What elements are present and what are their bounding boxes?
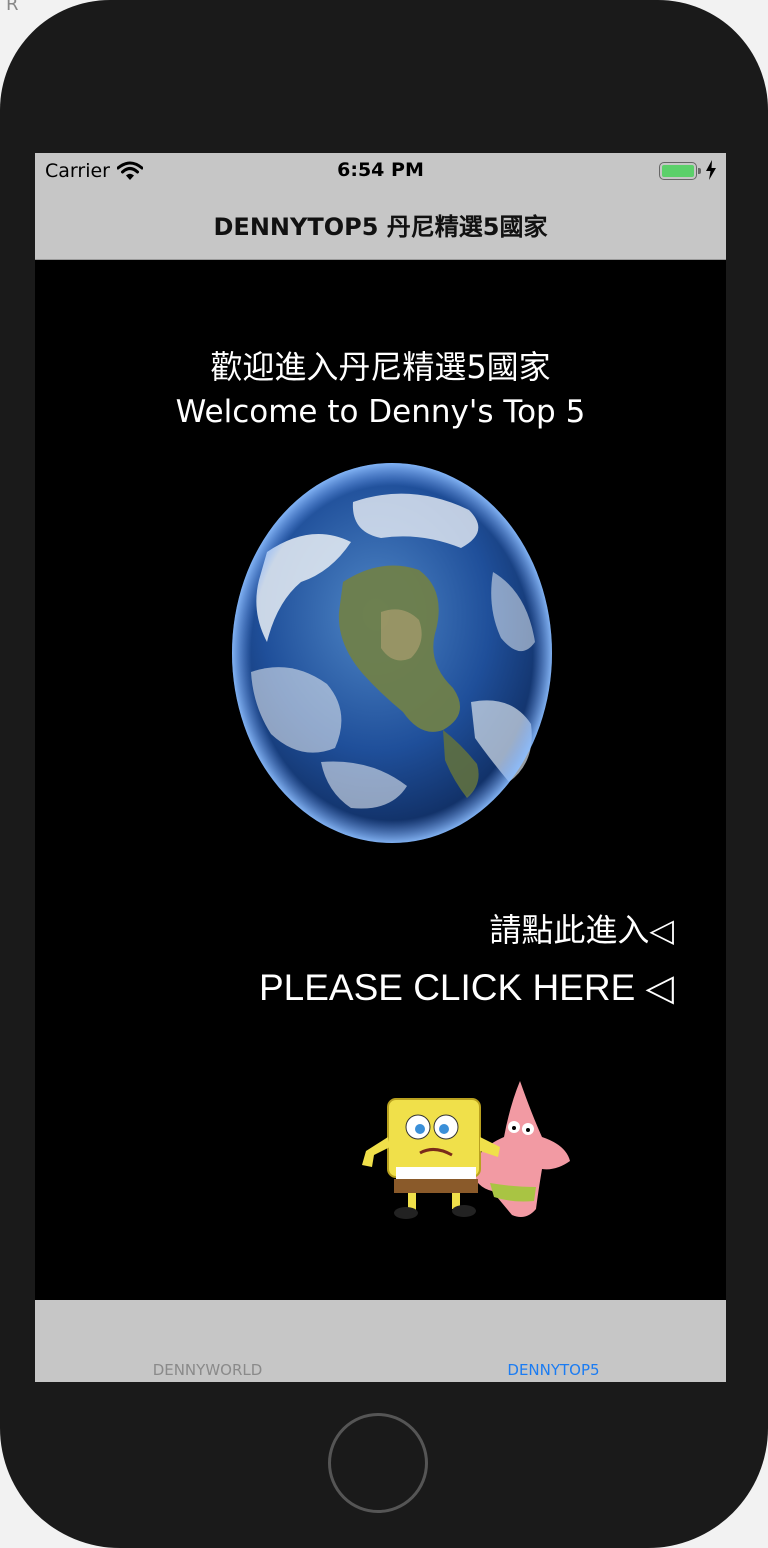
status-bar: Carrier 6:54 PM — [35, 153, 726, 189]
background-window-text: R — [6, 0, 19, 15]
phone-frame: Carrier 6:54 PM DENNYTOP5 丹尼精選5國家 歡迎進入丹尼… — [0, 0, 768, 1548]
charging-bolt-icon — [706, 160, 716, 180]
nav-title: DENNYTOP5 丹尼精選5國家 — [213, 213, 548, 241]
navigation-bar: DENNYTOP5 丹尼精選5國家 — [35, 189, 726, 260]
tab-bar: DENNYWORLD DENNYTOP5 — [35, 1300, 726, 1382]
enter-link-zh[interactable]: 請點此進入◁ — [489, 905, 674, 951]
earth-globe-image — [232, 463, 552, 843]
tab-label-dennyworld: DENNYWORLD — [152, 1361, 263, 1379]
tab-dennyworld[interactable]: DENNYWORLD — [35, 1300, 380, 1382]
home-button[interactable] — [328, 1413, 428, 1513]
battery-icon — [659, 162, 697, 180]
tab-label-dennytop5: DENNYTOP5 — [507, 1361, 600, 1379]
tab-dennytop5[interactable]: DENNYTOP5 — [381, 1300, 726, 1382]
phone-screen: Carrier 6:54 PM DENNYTOP5 丹尼精選5國家 歡迎進入丹尼… — [35, 153, 726, 1382]
battery-level — [662, 165, 694, 177]
welcome-title-zh: 歡迎進入丹尼精選5國家 — [210, 348, 551, 386]
battery-tip — [698, 168, 701, 174]
welcome-title-en: Welcome to Denny's Top 5 — [175, 394, 586, 430]
status-time: 6:54 PM — [337, 159, 424, 181]
spongebob-patrick-image — [362, 1081, 570, 1219]
main-content: 歡迎進入丹尼精選5國家 Welcome to Denny's Top 5 請點此… — [35, 260, 726, 1300]
enter-link-en[interactable]: PLEASE CLICK HERE ◁ — [259, 966, 674, 1009]
